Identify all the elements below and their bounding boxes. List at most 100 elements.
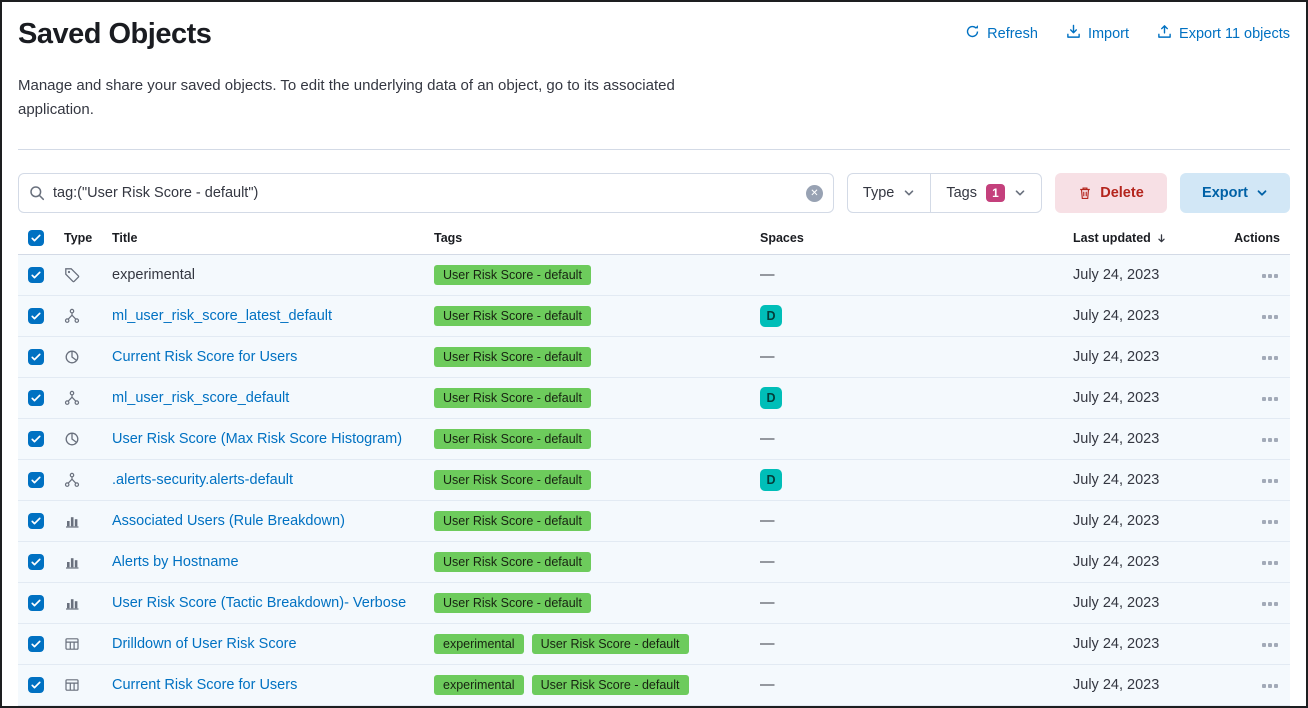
row-checkbox[interactable] — [28, 472, 44, 488]
clear-search-button[interactable]: ✕ — [806, 185, 823, 202]
row-checkbox[interactable] — [28, 677, 44, 693]
space-badge: D — [760, 387, 782, 409]
tags-filter-label: Tags — [946, 185, 977, 201]
table-header-row: Type Title Tags Spaces Last updated Acti… — [18, 223, 1290, 254]
table-row: ml_user_risk_score_latest_default User R… — [18, 295, 1290, 336]
table-row: Current Risk Score for Users User Risk S… — [18, 336, 1290, 377]
import-button[interactable]: Import — [1066, 24, 1129, 43]
row-actions-button[interactable] — [1260, 556, 1280, 570]
last-updated-value: July 24, 2023 — [1063, 295, 1220, 336]
tag-badge[interactable]: User Risk Score - default — [434, 511, 591, 531]
type-filter-button[interactable]: Type — [848, 174, 930, 212]
tag-icon — [64, 267, 80, 283]
row-checkbox[interactable] — [28, 308, 44, 324]
search-input[interactable] — [53, 185, 798, 201]
column-header-tags: Tags — [424, 223, 750, 254]
select-all-checkbox[interactable] — [28, 230, 44, 246]
object-title-link[interactable]: Current Risk Score for Users — [112, 349, 297, 365]
export-selected-label: Export — [1202, 185, 1248, 201]
object-title-link[interactable]: Drilldown of User Risk Score — [112, 636, 297, 652]
row-actions-button[interactable] — [1260, 638, 1280, 652]
tag-badge[interactable]: User Risk Score - default — [434, 265, 591, 285]
space-badge: D — [760, 469, 782, 491]
last-updated-value: July 24, 2023 — [1063, 664, 1220, 705]
row-checkbox[interactable] — [28, 513, 44, 529]
tag-badge[interactable]: User Risk Score - default — [434, 306, 591, 326]
tag-badge[interactable]: experimental — [434, 675, 524, 695]
trash-icon — [1078, 186, 1092, 200]
transform-icon — [64, 308, 80, 324]
row-checkbox[interactable] — [28, 390, 44, 406]
last-updated-value: July 24, 2023 — [1063, 459, 1220, 500]
object-title-link[interactable]: Alerts by Hostname — [112, 554, 239, 570]
object-title-link[interactable]: User Risk Score (Tactic Breakdown)- Verb… — [112, 595, 406, 611]
table-row: Current Risk Score for Users experimenta… — [18, 664, 1290, 705]
type-filter-label: Type — [863, 185, 894, 201]
tag-badge[interactable]: User Risk Score - default — [434, 347, 591, 367]
no-spaces-dash: — — [760, 554, 775, 570]
last-updated-value: July 24, 2023 — [1063, 623, 1220, 664]
dashboard-icon — [64, 349, 80, 365]
tag-badge[interactable]: experimental — [434, 634, 524, 654]
delete-button[interactable]: Delete — [1055, 173, 1167, 213]
row-checkbox[interactable] — [28, 636, 44, 652]
export-all-button[interactable]: Export 11 objects — [1157, 24, 1290, 43]
object-title-text: experimental — [112, 267, 195, 283]
row-actions-button[interactable] — [1260, 474, 1280, 488]
object-title-link[interactable]: User Risk Score (Max Risk Score Histogra… — [112, 431, 402, 447]
last-updated-value: July 24, 2023 — [1063, 377, 1220, 418]
tag-badge[interactable]: User Risk Score - default — [434, 388, 591, 408]
row-checkbox[interactable] — [28, 595, 44, 611]
no-spaces-dash: — — [760, 595, 775, 611]
table-icon — [64, 636, 80, 652]
object-title-link[interactable]: Associated Users (Rule Breakdown) — [112, 513, 345, 529]
table-row: experimental User Risk Score - default —… — [18, 254, 1290, 295]
table-row: ml_user_risk_score_default User Risk Sco… — [18, 377, 1290, 418]
last-updated-value: July 24, 2023 — [1063, 254, 1220, 295]
row-actions-button[interactable] — [1260, 679, 1280, 693]
row-actions-button[interactable] — [1260, 433, 1280, 447]
dashboard-icon — [64, 431, 80, 447]
object-title-link[interactable]: ml_user_risk_score_latest_default — [112, 308, 332, 324]
row-checkbox[interactable] — [28, 349, 44, 365]
row-actions-button[interactable] — [1260, 351, 1280, 365]
object-title-link[interactable]: Current Risk Score for Users — [112, 677, 297, 693]
table-row: Associated Users (Rule Breakdown) User R… — [18, 500, 1290, 541]
row-actions-button[interactable] — [1260, 597, 1280, 611]
export-selected-button[interactable]: Export — [1180, 173, 1290, 213]
tags-filter-count-badge: 1 — [986, 184, 1005, 202]
table-icon — [64, 677, 80, 693]
row-actions-button[interactable] — [1260, 310, 1280, 324]
no-spaces-dash: — — [760, 267, 775, 283]
sort-descending-icon — [1156, 233, 1167, 244]
row-actions-button[interactable] — [1260, 392, 1280, 406]
tag-badge[interactable]: User Risk Score - default — [434, 593, 591, 613]
tag-badge[interactable]: User Risk Score - default — [434, 470, 591, 490]
no-spaces-dash: — — [760, 636, 775, 652]
row-actions-button[interactable] — [1260, 269, 1280, 283]
row-checkbox[interactable] — [28, 554, 44, 570]
refresh-button[interactable]: Refresh — [965, 24, 1038, 43]
tag-badge[interactable]: User Risk Score - default — [434, 429, 591, 449]
last-updated-value: July 24, 2023 — [1063, 500, 1220, 541]
tag-badge[interactable]: User Risk Score - default — [532, 634, 689, 654]
object-title-link[interactable]: .alerts-security.alerts-default — [112, 472, 293, 488]
no-spaces-dash: — — [760, 677, 775, 693]
no-spaces-dash: — — [760, 349, 775, 365]
table-row: Drilldown of User Risk Score experimenta… — [18, 623, 1290, 664]
tags-filter-button[interactable]: Tags 1 — [930, 174, 1041, 212]
header-actions: Refresh Import Export 11 objects — [965, 16, 1290, 43]
row-actions-button[interactable] — [1260, 515, 1280, 529]
object-title-link[interactable]: ml_user_risk_score_default — [112, 390, 289, 406]
table-row: Alerts by Hostname User Risk Score - def… — [18, 541, 1290, 582]
chevron-down-icon — [1256, 187, 1268, 199]
column-header-actions: Actions — [1220, 223, 1290, 254]
row-checkbox[interactable] — [28, 431, 44, 447]
column-header-type: Type — [54, 223, 102, 254]
column-header-last-updated[interactable]: Last updated — [1063, 223, 1220, 254]
row-checkbox[interactable] — [28, 267, 44, 283]
chart-icon — [64, 595, 80, 611]
tag-badge[interactable]: User Risk Score - default — [434, 552, 591, 572]
table-row: .alerts-security.alerts-default User Ris… — [18, 459, 1290, 500]
tag-badge[interactable]: User Risk Score - default — [532, 675, 689, 695]
